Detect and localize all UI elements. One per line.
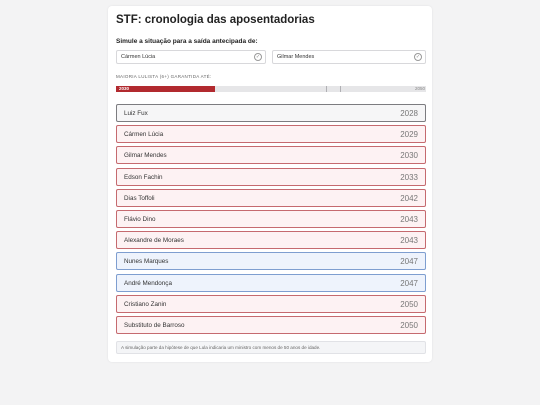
retirement-year: 2050 (400, 299, 418, 309)
retirement-year: 2050 (400, 320, 418, 330)
justice-row: Cristiano Zanin 2050 (116, 294, 426, 313)
majority-progress-fill (116, 86, 216, 92)
majority-progress-bar: 2030 2050 (116, 86, 426, 92)
justice-row: Dias Toffoli 2042 (116, 188, 426, 207)
justice-name: Dias Toffoli (124, 194, 155, 202)
retirement-year: 2043 (400, 236, 418, 246)
page-title: STF: cronologia das aposentadorias (116, 14, 315, 26)
retirement-year: 2028 (400, 109, 418, 118)
retirement-year: 2043 (400, 214, 418, 224)
simulate-toggle-gilmar-mendes[interactable]: Gilmar Mendes ✓ (272, 50, 426, 64)
justice-row: Edson Fachin 2033 (116, 167, 426, 186)
retirement-year: 2033 (400, 172, 418, 182)
retirement-year: 2030 (400, 151, 418, 161)
justice-name: Gilmar Mendes (124, 152, 167, 160)
justice-row: Luiz Fux 2028 (116, 104, 426, 122)
simulate-name: Gilmar Mendes (277, 54, 315, 60)
justice-name: Cristiano Zanin (124, 300, 167, 308)
check-circle-icon[interactable]: ✓ (254, 53, 262, 61)
stf-card: STF: cronologia das aposentadorias Simul… (108, 6, 432, 362)
simulate-label: Simule a situação para a saída antecipad… (116, 38, 258, 45)
bar-tick (326, 86, 327, 92)
justice-row: Nunes Marques 2047 (116, 252, 426, 271)
justice-name: Luiz Fux (124, 110, 148, 117)
justice-row: Flávio Dino 2043 (116, 209, 426, 228)
retirement-year: 2047 (400, 257, 418, 267)
check-circle-icon[interactable]: ✓ (414, 53, 422, 61)
majority-year: 2030 (119, 86, 130, 91)
retirement-year: 2042 (400, 193, 418, 203)
justice-name: Edson Fachin (124, 173, 163, 181)
majority-end-year: 2050 (414, 86, 425, 91)
justice-row: André Mendonça 2047 (116, 273, 426, 292)
justice-row: Alexandre de Moraes 2043 (116, 231, 426, 250)
justice-row: Cármen Lúcia 2029 (116, 125, 426, 144)
justice-row: Substituto de Barroso 2050 (116, 315, 426, 334)
justice-row: Gilmar Mendes 2030 (116, 146, 426, 165)
justice-name: Cármen Lúcia (124, 131, 164, 139)
majority-label: MAIORIA LULISTA (6+) GARANTIDA ATÉ: (116, 74, 212, 79)
justice-list: Luiz Fux 2028 Cármen Lúcia 2029 Gilmar Mende… (116, 104, 426, 337)
justice-name: André Mendonça (124, 279, 172, 287)
retirement-year: 2029 (400, 130, 418, 140)
footnote: A simulação parte da hipótese de que Lul… (116, 341, 426, 354)
footnote-text: A simulação parte da hipótese de que Lul… (121, 345, 321, 350)
bar-tick (340, 86, 341, 92)
justice-name: Substituto de Barroso (124, 321, 185, 329)
simulate-name: Cármen Lúcia (121, 54, 156, 60)
simulate-toggle-carmen-lucia[interactable]: Cármen Lúcia ✓ (116, 50, 266, 64)
justice-name: Flávio Dino (124, 215, 156, 223)
justice-name: Alexandre de Moraes (124, 237, 184, 245)
retirement-year: 2047 (400, 278, 418, 288)
justice-name: Nunes Marques (124, 258, 169, 266)
